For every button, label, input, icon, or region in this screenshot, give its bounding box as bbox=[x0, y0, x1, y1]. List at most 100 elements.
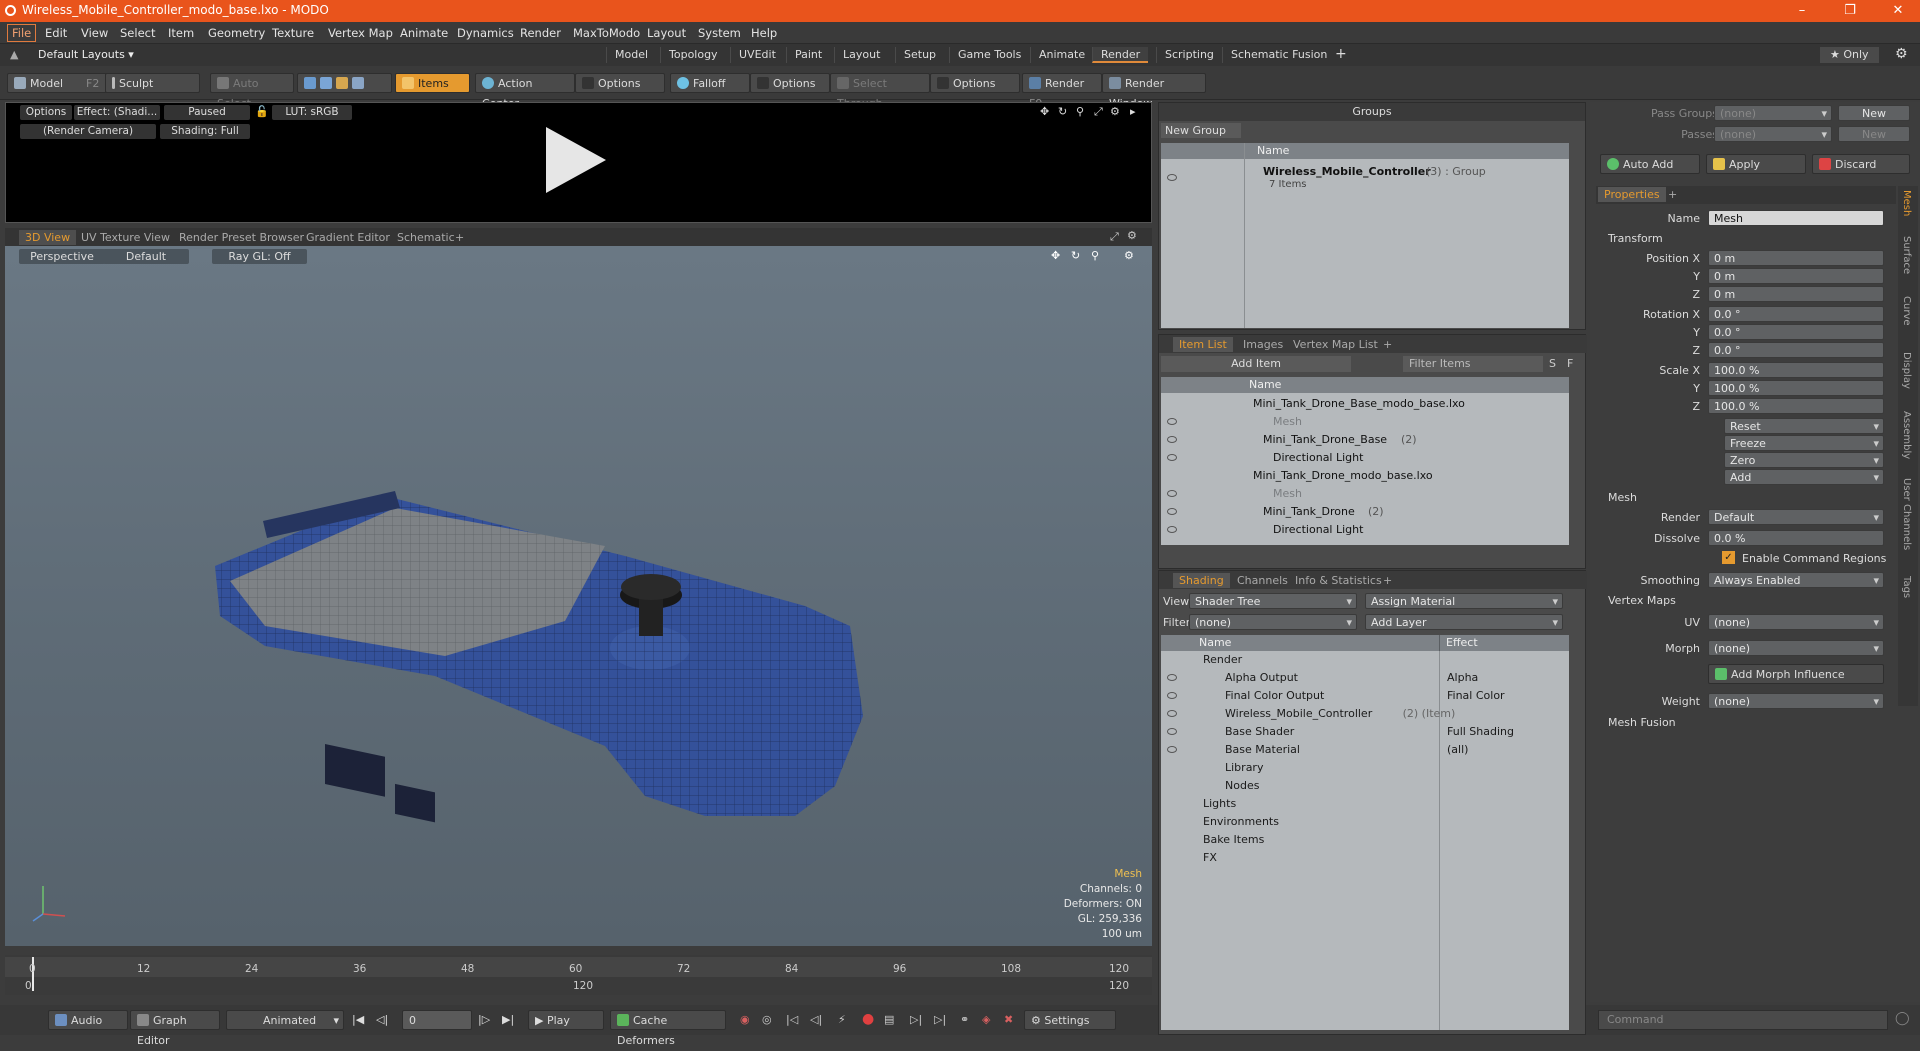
visibility-eye-icon[interactable] bbox=[1167, 526, 1177, 533]
tab-info-statistics[interactable]: Info & Statistics bbox=[1289, 573, 1388, 588]
scale-y-field[interactable]: 100.0 % bbox=[1708, 380, 1884, 396]
visibility-eye-icon[interactable] bbox=[1167, 454, 1177, 461]
layouts-dropdown[interactable]: Default Layouts ▾ bbox=[38, 48, 134, 61]
menu-item[interactable]: Item bbox=[168, 26, 194, 40]
shader-tree-row[interactable]: Lights bbox=[1161, 795, 1569, 813]
item-list-row[interactable]: Directional Light bbox=[1161, 521, 1569, 539]
group-name[interactable]: Wireless_Mobile_Controller bbox=[1263, 165, 1431, 178]
new-pass-group-button[interactable]: New bbox=[1838, 105, 1910, 121]
tab-item-list[interactable]: Item List bbox=[1173, 337, 1233, 352]
settings-icon[interactable]: ⚙ bbox=[1110, 105, 1120, 118]
tab-gradient-editor[interactable]: Gradient Editor bbox=[300, 230, 396, 245]
viewport-maximize-icon[interactable]: ⤢ bbox=[1110, 230, 1119, 244]
add-itemlist-tab-icon[interactable]: + bbox=[1377, 337, 1398, 352]
preview-options-button[interactable]: Options bbox=[20, 105, 72, 120]
add-layer-dropdown[interactable]: Add Layer bbox=[1365, 614, 1563, 631]
shader-tree-row[interactable]: Wireless_Mobile_Controller (2) (Item) bbox=[1161, 705, 1569, 723]
key-filter-icon[interactable]: ⚡ bbox=[838, 1013, 846, 1026]
tab-images[interactable]: Images bbox=[1237, 337, 1289, 352]
shader-tree-row[interactable]: Bake Items bbox=[1161, 831, 1569, 849]
tab-layout[interactable]: Layout bbox=[834, 47, 888, 63]
item-list-row[interactable]: Mini_Tank_Drone_modo_base.lxo bbox=[1161, 467, 1569, 485]
visibility-eye-icon[interactable] bbox=[1167, 508, 1177, 515]
scale-x-field[interactable]: 100.0 % bbox=[1708, 362, 1884, 378]
items-mode-button[interactable]: Items bbox=[395, 73, 470, 93]
sidetab-assembly[interactable]: Assembly bbox=[1901, 411, 1912, 459]
sidetab-tags[interactable]: Tags bbox=[1901, 576, 1912, 598]
enable-command-regions-checkbox[interactable]: ✓ bbox=[1722, 551, 1735, 564]
assign-material-dropdown[interactable]: Assign Material bbox=[1365, 593, 1563, 610]
command-input[interactable]: Command bbox=[1598, 1010, 1888, 1030]
add-morph-influence-button[interactable]: Add Morph Influence bbox=[1708, 664, 1884, 684]
shader-tree-row[interactable]: Library bbox=[1161, 759, 1569, 777]
menu-system[interactable]: System bbox=[698, 26, 741, 40]
gear-icon[interactable]: ⚙ bbox=[1895, 46, 1908, 62]
viewport-gear-icon[interactable]: ⚙ bbox=[1127, 229, 1137, 242]
visibility-eye-icon[interactable] bbox=[1167, 418, 1177, 425]
tab-render-preset-browser[interactable]: Render Preset Browser bbox=[173, 230, 310, 245]
key-options-icon[interactable]: ▤ bbox=[884, 1013, 894, 1026]
shader-effect[interactable]: Full Shading bbox=[1447, 723, 1514, 741]
tab-shading[interactable]: Shading bbox=[1173, 573, 1230, 588]
dissolve-field[interactable]: 0.0 % bbox=[1708, 530, 1884, 546]
paused-button[interactable]: Paused bbox=[164, 105, 250, 120]
minimize-button[interactable]: – bbox=[1782, 1, 1822, 21]
add-tab-icon[interactable]: + bbox=[1335, 46, 1347, 62]
action-options-button[interactable]: Options bbox=[575, 73, 665, 93]
close-button[interactable]: ✕ bbox=[1878, 1, 1918, 21]
discard-button[interactable]: Discard bbox=[1812, 154, 1910, 174]
next-key-icon[interactable]: ▷| bbox=[910, 1013, 922, 1026]
tab-model[interactable]: Model bbox=[606, 47, 656, 63]
tab-topology[interactable]: Topology bbox=[660, 47, 726, 63]
audio-button[interactable]: Audio bbox=[48, 1010, 128, 1030]
menu-geometry[interactable]: Geometry bbox=[208, 26, 265, 40]
collapse-icon[interactable]: ▲ bbox=[10, 48, 18, 61]
action-center-button[interactable]: Action Center bbox=[475, 73, 575, 110]
menu-vertex-map[interactable]: Vertex Map bbox=[328, 26, 393, 40]
shader-effect[interactable]: (all) bbox=[1447, 741, 1468, 759]
mesh-fusion-section[interactable]: Mesh Fusion bbox=[1608, 716, 1676, 729]
maximize-icon[interactable]: ⤢ bbox=[1094, 105, 1103, 119]
tab-3d-view[interactable]: 3D View bbox=[19, 230, 77, 245]
rotation-x-field[interactable]: 0.0 ° bbox=[1708, 306, 1884, 322]
zero-dropdown[interactable]: Zero bbox=[1724, 452, 1884, 469]
reset-dropdown[interactable]: Reset bbox=[1724, 418, 1884, 435]
item-list-row[interactable]: Mini_Tank_Drone_Base_modo_base.lxo bbox=[1161, 395, 1569, 413]
position-y-field[interactable]: 0 m bbox=[1708, 268, 1884, 284]
menu-file[interactable]: File bbox=[7, 24, 37, 42]
sidetab-display[interactable]: Display bbox=[1901, 352, 1912, 389]
render-dropdown[interactable]: Default bbox=[1708, 509, 1884, 526]
new-pass-button[interactable]: New bbox=[1838, 126, 1910, 142]
record-icon[interactable]: ● bbox=[862, 1011, 874, 1027]
timeline[interactable]: 0 12 24 36 48 60 72 84 96 108 120 0 120 … bbox=[5, 955, 1152, 995]
menu-layout[interactable]: Layout bbox=[647, 26, 686, 40]
menu-dynamics[interactable]: Dynamics bbox=[457, 26, 514, 40]
falloff-options-button[interactable]: Options bbox=[750, 73, 830, 93]
shader-tree-row[interactable]: Alpha Output Alpha bbox=[1161, 669, 1569, 687]
rotation-y-field[interactable]: 0.0 ° bbox=[1708, 324, 1884, 340]
new-group-button[interactable]: New Group bbox=[1161, 123, 1241, 138]
shader-tree-row[interactable]: Base Material (all) bbox=[1161, 741, 1569, 759]
move-icon[interactable]: ✥ bbox=[1040, 105, 1049, 118]
cache-deformers-button[interactable]: Cache Deformers bbox=[610, 1010, 726, 1047]
sidetab-curve[interactable]: Curve bbox=[1901, 296, 1912, 326]
add-item-dropdown[interactable]: Add Item bbox=[1161, 356, 1351, 372]
viewport-3d[interactable]: Perspective Default Ray GL: Off ✥ ↻ ⚲ ⚙ bbox=[5, 246, 1152, 946]
skip-end-icon[interactable]: ▶| bbox=[502, 1013, 514, 1026]
skip-start-icon[interactable]: |◀ bbox=[352, 1013, 364, 1026]
visibility-eye-icon[interactable] bbox=[1167, 728, 1177, 735]
key-icon[interactable]: ◉ bbox=[740, 1013, 750, 1026]
play-button[interactable]: ▶ Play bbox=[528, 1010, 604, 1030]
tab-setup[interactable]: Setup bbox=[895, 47, 944, 63]
menu-texture[interactable]: Texture bbox=[272, 26, 314, 40]
weight-dropdown[interactable]: (none) bbox=[1708, 693, 1884, 710]
tab-game-tools[interactable]: Game Tools bbox=[949, 47, 1029, 63]
select-through-button[interactable]: Select Through bbox=[830, 73, 930, 110]
render-preview[interactable]: Options Effect: (Shadi... Paused 🔓 LUT: … bbox=[5, 102, 1152, 223]
play-icon[interactable] bbox=[546, 127, 606, 193]
zoom-icon[interactable]: ⚲ bbox=[1076, 105, 1084, 118]
tab-scripting[interactable]: Scripting bbox=[1156, 47, 1222, 63]
rotate-icon[interactable]: ↻ bbox=[1058, 105, 1067, 118]
frame-input[interactable]: 0 bbox=[402, 1010, 472, 1030]
filter-items-input[interactable]: Filter Items bbox=[1403, 356, 1543, 372]
